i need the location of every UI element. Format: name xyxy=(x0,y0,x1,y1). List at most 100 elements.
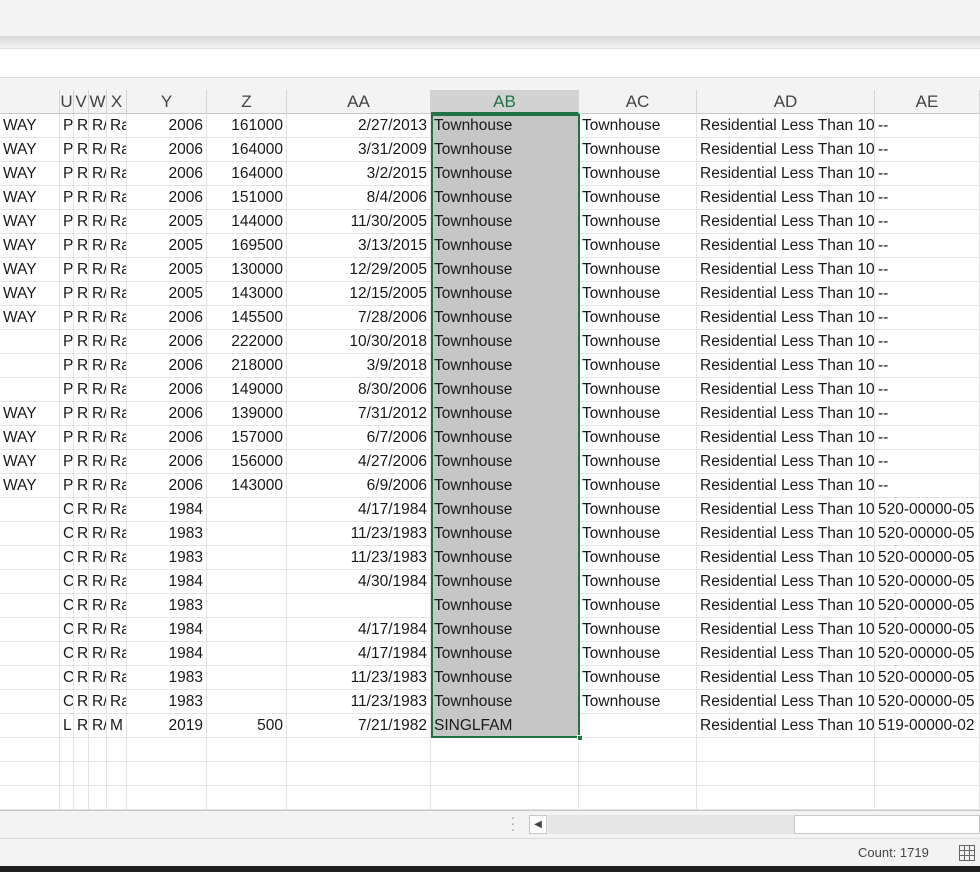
cell[interactable]: Ra xyxy=(107,402,127,426)
cell[interactable]: R/ xyxy=(74,402,89,426)
cell[interactable] xyxy=(0,522,60,546)
cell[interactable] xyxy=(0,330,60,354)
cell[interactable]: R/ xyxy=(89,666,107,690)
cell[interactable]: 151000 xyxy=(207,186,287,210)
cell[interactable]: 4/30/1984 xyxy=(287,570,431,594)
cell[interactable]: R/ xyxy=(74,354,89,378)
cell[interactable]: Ra xyxy=(107,666,127,690)
cell[interactable]: Townhouse xyxy=(431,642,579,666)
cell[interactable]: Townhouse xyxy=(579,642,697,666)
cell[interactable]: M xyxy=(107,714,127,738)
cell[interactable]: 7/31/2012 xyxy=(287,402,431,426)
cell[interactable]: Residential Less Than 10 xyxy=(697,306,875,330)
cell[interactable]: 7/21/1982 xyxy=(287,714,431,738)
cell[interactable]: 2006 xyxy=(127,402,207,426)
cell[interactable]: Townhouse xyxy=(579,378,697,402)
cell[interactable]: Residential Less Than 10 xyxy=(697,210,875,234)
cell[interactable]: 6/7/2006 xyxy=(287,426,431,450)
cell[interactable]: P xyxy=(60,138,74,162)
cell[interactable]: Ra xyxy=(107,546,127,570)
cell[interactable]: Ra xyxy=(107,330,127,354)
cell[interactable]: R/ xyxy=(89,354,107,378)
cell[interactable]: Townhouse xyxy=(579,570,697,594)
cell[interactable]: P xyxy=(60,426,74,450)
cell[interactable]: 6/9/2006 xyxy=(287,474,431,498)
cell[interactable]: R/ xyxy=(74,570,89,594)
column-header-u[interactable]: U xyxy=(60,90,74,114)
cell[interactable] xyxy=(0,546,60,570)
cell[interactable]: 2006 xyxy=(127,114,207,138)
cell[interactable]: Townhouse xyxy=(431,114,579,138)
cell[interactable] xyxy=(579,786,697,810)
cell[interactable] xyxy=(0,594,60,618)
cell[interactable]: Townhouse xyxy=(431,282,579,306)
worksheet-grid[interactable]: LR/R/M20195007/21/1982SINGLFAMResidentia… xyxy=(0,114,980,810)
cell[interactable]: 164000 xyxy=(207,162,287,186)
cell[interactable]: Residential Less Than 10 xyxy=(697,450,875,474)
cell[interactable]: 3/2/2015 xyxy=(287,162,431,186)
cell[interactable]: 149000 xyxy=(207,378,287,402)
scroll-left-icon[interactable]: ◀ xyxy=(529,815,547,834)
cell[interactable]: R/ xyxy=(74,210,89,234)
cell[interactable] xyxy=(127,786,207,810)
cell[interactable]: 139000 xyxy=(207,402,287,426)
cell[interactable]: Townhouse xyxy=(579,594,697,618)
cell[interactable]: P xyxy=(60,282,74,306)
cell[interactable]: Residential Less Than 10 xyxy=(697,282,875,306)
cell[interactable]: Townhouse xyxy=(431,306,579,330)
cell[interactable] xyxy=(697,786,875,810)
cell[interactable]: R/ xyxy=(74,690,89,714)
cell[interactable]: WAY xyxy=(0,138,60,162)
cell[interactable]: C xyxy=(60,594,74,618)
cell[interactable]: Townhouse xyxy=(579,162,697,186)
cell[interactable]: Residential Less Than 10 xyxy=(697,522,875,546)
cell[interactable]: 2005 xyxy=(127,258,207,282)
cell[interactable]: -- xyxy=(875,354,980,378)
cell[interactable]: R/ xyxy=(89,306,107,330)
cell[interactable]: R/ xyxy=(74,186,89,210)
cell[interactable] xyxy=(107,738,127,762)
cell[interactable]: 130000 xyxy=(207,258,287,282)
cell[interactable]: Ra xyxy=(107,522,127,546)
cell[interactable]: 2019 xyxy=(127,714,207,738)
cell[interactable] xyxy=(207,642,287,666)
cell[interactable]: Ra xyxy=(107,378,127,402)
cell[interactable]: Ra xyxy=(107,258,127,282)
cell[interactable]: Ra xyxy=(107,306,127,330)
cell[interactable]: R/ xyxy=(89,378,107,402)
cell[interactable]: Residential Less Than 10 xyxy=(697,138,875,162)
cell[interactable]: R/ xyxy=(89,186,107,210)
fill-handle[interactable] xyxy=(577,735,583,741)
cell[interactable]: -- xyxy=(875,426,980,450)
cell[interactable]: Residential Less Than 10 xyxy=(697,594,875,618)
cell[interactable]: R/ xyxy=(74,282,89,306)
cell[interactable]: WAY xyxy=(0,402,60,426)
cell[interactable]: Residential Less Than 10 xyxy=(697,354,875,378)
cell[interactable]: P xyxy=(60,402,74,426)
cell[interactable] xyxy=(431,738,579,762)
cell[interactable]: Townhouse xyxy=(431,570,579,594)
cell[interactable]: Residential Less Than 10 xyxy=(697,642,875,666)
cell[interactable]: P xyxy=(60,474,74,498)
cell[interactable]: Townhouse xyxy=(579,402,697,426)
cell[interactable]: WAY xyxy=(0,426,60,450)
cell[interactable]: 2/27/2013 xyxy=(287,114,431,138)
cell[interactable]: Residential Less Than 10 xyxy=(697,114,875,138)
cell[interactable]: Residential Less Than 10 xyxy=(697,258,875,282)
cell[interactable]: WAY xyxy=(0,474,60,498)
cell[interactable] xyxy=(89,738,107,762)
cell[interactable]: Ra xyxy=(107,282,127,306)
cell[interactable]: Townhouse xyxy=(431,594,579,618)
cell[interactable]: Ra xyxy=(107,618,127,642)
cell[interactable]: L xyxy=(60,714,74,738)
cell[interactable]: Ra xyxy=(107,114,127,138)
cell[interactable]: 169500 xyxy=(207,234,287,258)
cell[interactable] xyxy=(207,690,287,714)
cell[interactable]: Townhouse xyxy=(579,618,697,642)
cell[interactable]: R/ xyxy=(74,426,89,450)
cell[interactable]: Townhouse xyxy=(431,330,579,354)
cell[interactable]: Residential Less Than 10 xyxy=(697,666,875,690)
cell[interactable]: R/ xyxy=(89,618,107,642)
cell[interactable]: 4/17/1984 xyxy=(287,642,431,666)
cell[interactable]: 8/4/2006 xyxy=(287,186,431,210)
